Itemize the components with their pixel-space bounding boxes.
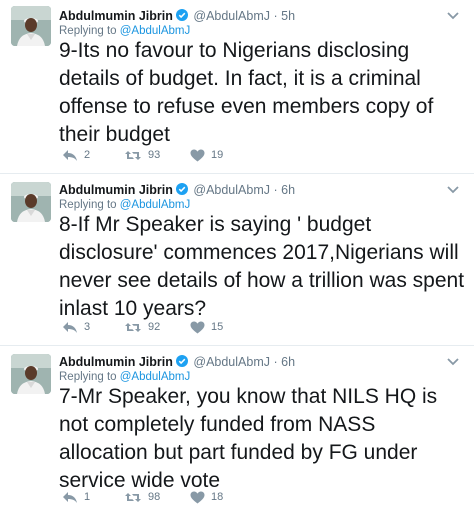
retweet-button[interactable]: 92 <box>124 321 190 334</box>
reply-button[interactable]: 1 <box>62 491 124 504</box>
tweet[interactable]: Abdulmumin Jibrin @AbdulAbmJ · 5h Replyi… <box>0 0 474 174</box>
like-button[interactable]: 18 <box>190 491 256 504</box>
heart-icon <box>190 491 205 503</box>
retweet-icon <box>125 150 141 160</box>
heart-icon <box>190 321 205 333</box>
tweet-actions: 2 93 19 <box>62 147 256 163</box>
reply-count: 2 <box>84 149 91 161</box>
tweet[interactable]: Abdulmumin Jibrin @AbdulAbmJ · 6h Replyi… <box>0 174 474 346</box>
replying-to: Replying to @AbdulAbmJ <box>59 371 190 383</box>
retweet-count: 98 <box>148 491 161 503</box>
author-handle[interactable]: @AbdulAbmJ <box>193 355 270 369</box>
tweet-text: 9-Its no favour to Nigerians disclosing … <box>59 39 434 146</box>
tweet-timestamp[interactable]: 6h <box>281 355 295 369</box>
reply-icon <box>63 491 77 503</box>
like-count: 18 <box>211 491 224 503</box>
tweet-feed: Abdulmumin Jibrin @AbdulAbmJ · 5h Replyi… <box>0 0 474 508</box>
verified-badge-icon <box>175 355 188 367</box>
replying-prefix: Replying to <box>59 199 117 211</box>
replying-prefix: Replying to <box>59 25 117 37</box>
author-handle[interactable]: @AbdulAbmJ <box>193 9 270 23</box>
like-count: 15 <box>211 321 224 333</box>
retweet-count: 93 <box>148 149 161 161</box>
like-button[interactable]: 15 <box>190 321 256 334</box>
replying-to: Replying to @AbdulAbmJ <box>59 25 190 37</box>
replying-mention-link[interactable]: @AbdulAbmJ <box>120 199 190 211</box>
retweet-icon <box>125 492 141 502</box>
replying-to: Replying to @AbdulAbmJ <box>59 199 190 211</box>
tweet-timestamp[interactable]: 6h <box>281 183 295 197</box>
reply-icon <box>63 321 77 333</box>
reply-button[interactable]: 2 <box>62 149 124 162</box>
author-name[interactable]: Abdulmumin Jibrin <box>59 355 173 369</box>
author-name[interactable]: Abdulmumin Jibrin <box>59 9 173 23</box>
tweet-actions: 1 98 18 <box>62 489 256 505</box>
separator-dot: · <box>273 355 278 369</box>
retweet-button[interactable]: 98 <box>124 491 190 504</box>
tweet-text: 8-If Mr Speaker is saying ' budget discl… <box>59 213 465 320</box>
tweet-timestamp[interactable]: 5h <box>281 9 295 23</box>
reply-count: 3 <box>84 321 91 333</box>
like-button[interactable]: 19 <box>190 149 256 162</box>
like-count: 19 <box>211 149 224 161</box>
separator-dot: · <box>273 183 278 197</box>
replying-mention-link[interactable]: @AbdulAbmJ <box>120 25 190 37</box>
tweet[interactable]: Abdulmumin Jibrin @AbdulAbmJ · 6h Replyi… <box>0 346 474 508</box>
separator-dot: · <box>273 9 278 23</box>
avatar[interactable] <box>11 182 51 222</box>
replying-mention-link[interactable]: @AbdulAbmJ <box>120 371 190 383</box>
verified-badge-icon <box>175 183 188 195</box>
tweet-header: Abdulmumin Jibrin @AbdulAbmJ · 5h <box>59 8 295 24</box>
reply-button[interactable]: 3 <box>62 321 124 334</box>
reply-count: 1 <box>84 491 91 503</box>
chevron-down-icon[interactable] <box>446 354 460 366</box>
replying-prefix: Replying to <box>59 371 117 383</box>
heart-icon <box>190 149 205 161</box>
tweet-actions: 3 92 15 <box>62 319 256 335</box>
verified-badge-icon <box>175 9 188 21</box>
tweet-text: 7-Mr Speaker, you know that NILS HQ is n… <box>59 385 438 492</box>
tweet-header: Abdulmumin Jibrin @AbdulAbmJ · 6h <box>59 354 295 370</box>
retweet-button[interactable]: 93 <box>124 149 190 162</box>
chevron-down-icon[interactable] <box>446 8 460 20</box>
tweet-header: Abdulmumin Jibrin @AbdulAbmJ · 6h <box>59 182 295 198</box>
reply-icon <box>63 149 77 161</box>
avatar[interactable] <box>11 6 51 46</box>
chevron-down-icon[interactable] <box>446 182 460 194</box>
avatar[interactable] <box>11 354 51 394</box>
retweet-count: 92 <box>148 321 161 333</box>
retweet-icon <box>125 322 141 332</box>
author-name[interactable]: Abdulmumin Jibrin <box>59 183 173 197</box>
author-handle[interactable]: @AbdulAbmJ <box>193 183 270 197</box>
